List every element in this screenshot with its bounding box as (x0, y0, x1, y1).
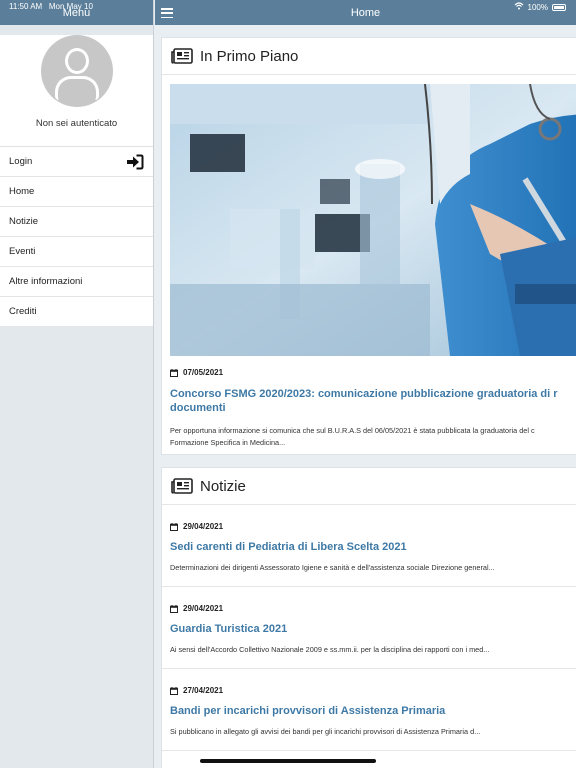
featured-heading: In Primo Piano (200, 47, 299, 65)
battery-percent: 100% (527, 2, 548, 12)
news-item[interactable]: 27/04/2021 Bandi per incarichi provvisor… (162, 669, 576, 751)
sidebar: Menu Non sei autenticato Login Home Noti… (0, 0, 154, 768)
news-title[interactable]: Sedi carenti di Pediatria di Libera Scel… (170, 540, 576, 554)
sidebar-item-altre-informazioni[interactable]: Altre informazioni (0, 267, 153, 297)
news-date: 27/04/2021 (170, 686, 576, 695)
sidebar-item-label: Crediti (9, 306, 37, 317)
sidebar-item-label: Home (9, 186, 35, 197)
home-indicator[interactable] (200, 759, 376, 763)
news-excerpt: Si pubblicano in allegato gli avvisi dei… (170, 727, 481, 736)
status-right: 100% (514, 2, 566, 12)
status-time: 11:50 AM Mon May 10 (9, 2, 93, 11)
calendar-icon (170, 686, 178, 695)
news-title[interactable]: Guardia Turistica 2021 (170, 622, 576, 636)
sidebar-item-label: Eventi (9, 246, 36, 257)
newspaper-icon (171, 478, 193, 494)
news-excerpt: Ai sensi dell'Accordo Collettivo Naziona… (170, 645, 490, 654)
calendar-icon (170, 522, 178, 531)
avatar-icon (40, 35, 113, 107)
news-item[interactable]: 29/04/2021 Guardia Turistica 2021 Ai sen… (162, 587, 576, 669)
featured-date: 07/05/2021 (170, 368, 576, 377)
auth-status: Non sei autenticato (35, 118, 118, 129)
news-heading: Notizie (200, 477, 246, 495)
calendar-icon (170, 604, 178, 613)
main-content: Home In Primo Piano 07/05/2021 Concorso … (155, 0, 576, 768)
sidebar-item-crediti[interactable]: Crediti (0, 297, 153, 327)
news-excerpt: Determinazioni dei dirigenti Assessorato… (170, 563, 495, 572)
sidebar-item-home[interactable]: Home (0, 177, 153, 207)
wifi-icon (514, 2, 524, 12)
sidebar-item-login[interactable]: Login (0, 147, 153, 177)
sidebar-item-label: Notizie (9, 216, 39, 227)
news-title[interactable]: Bandi per incarichi provvisori di Assist… (170, 704, 576, 718)
sidebar-item-eventi[interactable]: Eventi (0, 237, 153, 267)
featured-excerpt: Per opportuna informazione si comunica c… (170, 426, 535, 447)
news-header: Notizie (162, 468, 576, 505)
news-date: 29/04/2021 (170, 604, 576, 613)
profile-section: Non sei autenticato (0, 35, 153, 147)
featured-header: In Primo Piano (162, 38, 576, 75)
featured-title[interactable]: Concorso FSMG 2020/2023: comunicazione p… (170, 387, 576, 415)
news-item[interactable]: 29/04/2021 Sedi carenti di Pediatria di … (162, 505, 576, 587)
news-date: 29/04/2021 (170, 522, 576, 531)
calendar-icon (170, 368, 178, 377)
battery-icon (552, 3, 566, 11)
news-card: Notizie 29/04/2021 Sedi carenti di Pedia… (161, 467, 576, 768)
featured-image[interactable] (170, 84, 576, 356)
sign-in-icon[interactable] (126, 154, 144, 170)
featured-card: In Primo Piano 07/05/2021 Concorso FSMG … (161, 37, 576, 455)
sidebar-item-label: Login (9, 156, 33, 167)
newspaper-icon (171, 48, 193, 64)
status-bar: 11:50 AM Mon May 10 100% (0, 0, 576, 12)
sidebar-item-label: Altre informazioni (9, 276, 83, 287)
sidebar-item-notizie[interactable]: Notizie (0, 207, 153, 237)
